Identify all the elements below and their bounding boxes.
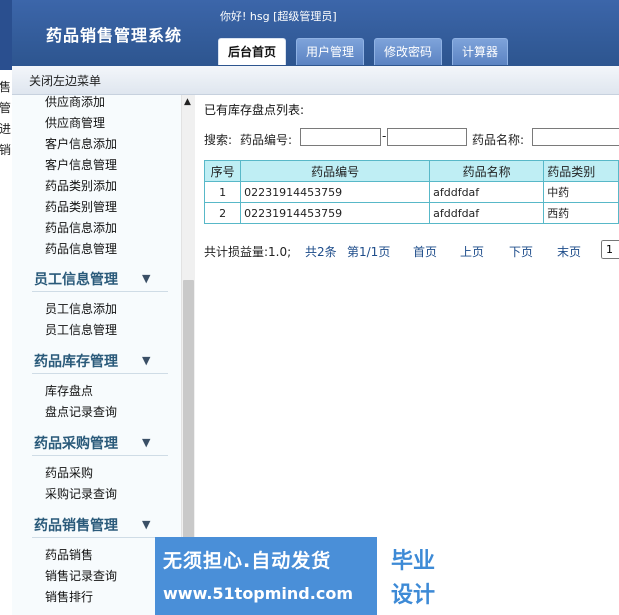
sidebar-item-staff-manage[interactable]: 员工信息管理 bbox=[45, 321, 117, 338]
close-left-menu-link[interactable]: 关闭左边菜单 bbox=[29, 72, 101, 89]
group-title: 员工信息管理 bbox=[34, 272, 118, 288]
tab-calculator[interactable]: 计算器 bbox=[452, 38, 509, 65]
pagination-bar: 共计损益量:1.0; 共2条 第1/1页 首页 上页 下页 末页 1 bbox=[204, 240, 619, 262]
left-edge-strip: 售 管 进 销 bbox=[0, 0, 12, 615]
tab-home[interactable]: 后台首页 bbox=[218, 38, 287, 65]
group-title: 药品销售管理 bbox=[34, 518, 118, 534]
sidebar-item-purchase[interactable]: 药品采购 bbox=[45, 464, 93, 481]
range-dash: - bbox=[382, 129, 387, 143]
group-divider bbox=[32, 455, 168, 456]
tab-change-password[interactable]: 修改密码 bbox=[374, 38, 443, 65]
group-header-stock[interactable]: 药品库存管理 ▼ bbox=[34, 351, 164, 375]
list-title: 已有库存盘点列表: bbox=[204, 103, 305, 117]
search-bar: 搜索: 药品编号: - 药品名称: bbox=[204, 128, 619, 150]
last-page-link[interactable]: 末页 bbox=[557, 243, 581, 260]
prev-page-link[interactable]: 上页 bbox=[460, 243, 484, 260]
cell-drug-category: 中药 bbox=[543, 181, 619, 203]
next-page-link[interactable]: 下页 bbox=[509, 243, 533, 260]
column-header: 药品编号 bbox=[240, 160, 431, 182]
search-label: 搜索: bbox=[204, 133, 233, 147]
sidebar-item-sales-records[interactable]: 销售记录查询 bbox=[45, 567, 117, 584]
sidebar-item-category-add[interactable]: 药品类别添加 bbox=[45, 177, 117, 194]
tab-user-management[interactable]: 用户管理 bbox=[296, 38, 365, 65]
app-title: 药品销售管理系统 bbox=[46, 26, 183, 45]
page-info: 第1/1页 bbox=[347, 245, 391, 259]
group-header-staff[interactable]: 员工信息管理 ▼ bbox=[34, 269, 164, 293]
table-row: 2 02231914453759 afddfdaf 西药 bbox=[203, 202, 619, 224]
watermark-line1: 无须担心.自动发货 bbox=[163, 550, 332, 572]
page-select[interactable]: 1 bbox=[601, 240, 619, 259]
group-divider bbox=[32, 537, 168, 538]
total-count: 共2条 bbox=[305, 245, 337, 259]
seal-text: 毕业 bbox=[391, 549, 436, 574]
left-edge-header-bg bbox=[0, 0, 12, 70]
column-header: 序号 bbox=[203, 160, 242, 182]
app-header: 药品销售管理系统 你好! hsg [超级管理员] 后台首页 用户管理 修改密码 … bbox=[12, 0, 619, 66]
scroll-up-arrow-icon[interactable]: ▲ bbox=[184, 97, 191, 107]
drug-code-label: 药品编号: bbox=[240, 133, 293, 147]
sidebar-item-drug-manage[interactable]: 药品信息管理 bbox=[45, 240, 117, 257]
watermark-url: www.51topmind.com bbox=[163, 584, 353, 603]
cell-index: 1 bbox=[203, 181, 242, 203]
sidebar-item-customer-manage[interactable]: 客户信息管理 bbox=[45, 156, 117, 173]
sidebar-item-check-records[interactable]: 盘点记录查询 bbox=[45, 403, 117, 420]
collapse-triangle-icon: ▼ bbox=[142, 518, 151, 531]
sidebar-item-purchase-records[interactable]: 采购记录查询 bbox=[45, 485, 117, 502]
collapse-triangle-icon: ▼ bbox=[142, 436, 151, 449]
cell-drug-name: afddfdaf bbox=[429, 202, 545, 224]
cell-index: 2 bbox=[203, 202, 242, 224]
group-divider bbox=[32, 291, 168, 292]
sidebar-item-category-manage[interactable]: 药品类别管理 bbox=[45, 198, 117, 215]
cell-drug-name: afddfdaf bbox=[429, 181, 545, 203]
summary-text: 共计损益量:1.0; bbox=[204, 245, 292, 259]
group-title: 药品采购管理 bbox=[34, 436, 118, 452]
table-row: 1 02231914453759 afddfdaf 中药 bbox=[203, 181, 619, 203]
cell-drug-code: 02231914453759 bbox=[240, 181, 431, 203]
sidebar-item-supplier-manage[interactable]: 供应商管理 bbox=[45, 114, 105, 131]
cell-drug-code: 02231914453759 bbox=[240, 202, 431, 224]
column-header: 药品类别 bbox=[543, 160, 619, 182]
collapse-triangle-icon: ▼ bbox=[142, 272, 151, 285]
table-header-row: 序号 药品编号 药品名称 药品类别 bbox=[203, 160, 619, 182]
watermark-banner: 无须担心.自动发货 www.51topmind.com 毕业 设计 bbox=[155, 537, 462, 615]
sidebar-item-customer-add[interactable]: 客户信息添加 bbox=[45, 135, 117, 152]
seal-text: 设计 bbox=[391, 583, 436, 608]
drug-code-from-input[interactable] bbox=[300, 128, 381, 146]
stock-check-table: 序号 药品编号 药品名称 药品类别 1 02231914453759 afddf… bbox=[203, 160, 619, 224]
first-page-link[interactable]: 首页 bbox=[413, 243, 437, 260]
top-tabs: 后台首页 用户管理 修改密码 计算器 bbox=[218, 38, 509, 66]
user-greeting: 你好! hsg [超级管理员] bbox=[220, 10, 337, 23]
sidebar-item-stock-check[interactable]: 库存盘点 bbox=[45, 382, 93, 399]
watermark-seal: 毕业 设计 bbox=[377, 537, 462, 615]
group-header-sales[interactable]: 药品销售管理 ▼ bbox=[34, 515, 164, 539]
drug-name-label: 药品名称: bbox=[472, 133, 525, 147]
sidebar-item-staff-add[interactable]: 员工信息添加 bbox=[45, 300, 117, 317]
cell-drug-category: 西药 bbox=[543, 202, 619, 224]
drug-code-to-input[interactable] bbox=[387, 128, 467, 146]
sidebar-item-supplier-add[interactable]: 供应商添加 bbox=[45, 95, 105, 110]
collapse-triangle-icon: ▼ bbox=[142, 354, 151, 367]
sidebar-item-sales-ranking[interactable]: 销售排行 bbox=[45, 588, 93, 605]
group-title: 药品库存管理 bbox=[34, 354, 118, 370]
group-header-purchase[interactable]: 药品采购管理 ▼ bbox=[34, 433, 164, 457]
sidebar-item-sales[interactable]: 药品销售 bbox=[45, 546, 93, 563]
sidebar-item-drug-add[interactable]: 药品信息添加 bbox=[45, 219, 117, 236]
toolbar: 关闭左边菜单 bbox=[12, 66, 619, 95]
column-header: 药品名称 bbox=[429, 160, 545, 182]
group-divider bbox=[32, 373, 168, 374]
drug-name-input[interactable] bbox=[532, 128, 619, 146]
